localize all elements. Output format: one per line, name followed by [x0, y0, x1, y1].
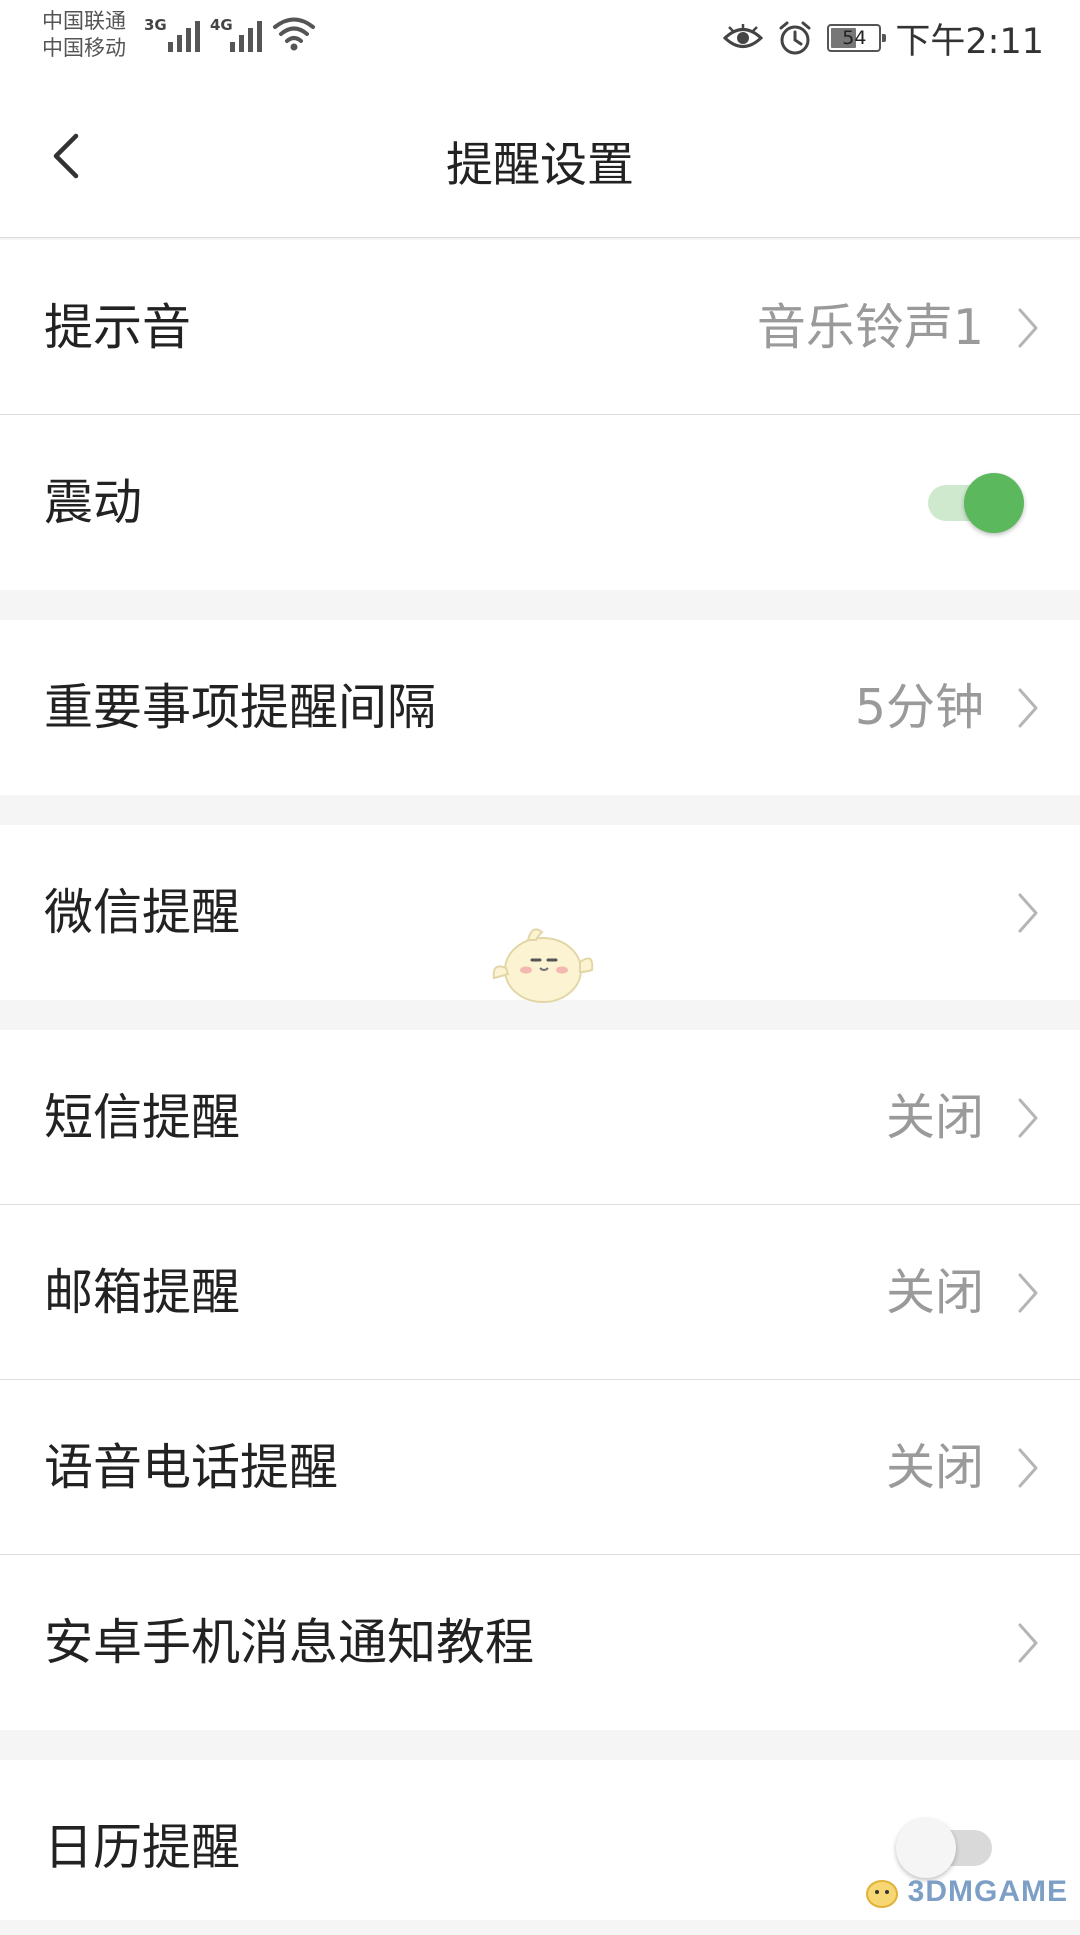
- wifi-icon: [273, 17, 315, 51]
- row-label: 短信提醒: [44, 1089, 241, 1146]
- row-label: 邮箱提醒: [44, 1264, 241, 1321]
- watermark-logo-icon: [865, 1880, 898, 1908]
- row-label: 语音电话提醒: [44, 1439, 339, 1496]
- status-time: 下午2:11: [895, 21, 1044, 62]
- page-title: 提醒设置: [446, 138, 634, 193]
- chevron-right-icon: [1018, 308, 1038, 348]
- signal-3g-icon: [168, 16, 200, 52]
- chevron-right-icon: [1018, 1273, 1038, 1313]
- row-label: 微信提醒: [44, 884, 241, 941]
- row-value: 关闭: [885, 1439, 984, 1496]
- title-bar: 提醒设置: [0, 78, 1080, 238]
- row-sms[interactable]: 短信提醒 关闭: [0, 1030, 1080, 1205]
- status-bar: 中国联通 中国移动 3G 4G 54 下午2:11: [0, 0, 1080, 78]
- row-label: 日历提醒: [44, 1819, 241, 1876]
- carrier-1: 中国联通: [42, 9, 126, 33]
- row-sound[interactable]: 提示音 音乐铃声1: [0, 240, 1080, 415]
- row-important-interval[interactable]: 重要事项提醒间隔 5分钟: [0, 620, 1080, 795]
- row-value: 音乐铃声1: [756, 299, 984, 356]
- row-label: 安卓手机消息通知教程: [44, 1614, 535, 1671]
- watermark: 3DMGAME: [862, 1874, 1068, 1910]
- row-label: 震动: [44, 474, 143, 531]
- battery-level: 54: [842, 27, 867, 49]
- signal-4g-icon: [230, 16, 262, 52]
- eye-icon: [723, 24, 764, 48]
- row-label: 重要事项提醒间隔: [44, 679, 437, 736]
- chevron-right-icon: [1018, 1448, 1038, 1488]
- chevron-right-icon: [1018, 893, 1038, 933]
- calendar-toggle[interactable]: [896, 1816, 1004, 1880]
- row-email[interactable]: 邮箱提醒 关闭: [0, 1205, 1080, 1380]
- network-type-1: 3G: [144, 16, 167, 34]
- alarm-icon: [779, 21, 811, 55]
- battery-icon: 54: [827, 24, 887, 52]
- chevron-right-icon: [1018, 1623, 1038, 1663]
- row-android-tutorial[interactable]: 安卓手机消息通知教程: [0, 1555, 1080, 1730]
- watermark-text: 3DMGAME: [907, 1875, 1068, 1908]
- row-vibrate: 震动: [0, 415, 1080, 590]
- chevron-right-icon: [1018, 1098, 1038, 1138]
- row-value: 5分钟: [854, 679, 984, 736]
- row-label: 提示音: [44, 299, 192, 356]
- carrier-info: 中国联通 中国移动: [42, 8, 126, 62]
- row-value: 关闭: [885, 1089, 984, 1146]
- row-voice-call[interactable]: 语音电话提醒 关闭: [0, 1380, 1080, 1555]
- mascot-image: [492, 928, 594, 1003]
- status-right: 54 下午2:11: [723, 10, 1044, 66]
- chevron-right-icon: [1018, 688, 1038, 728]
- carrier-2: 中国移动: [42, 36, 126, 60]
- vibrate-toggle[interactable]: [928, 471, 1024, 535]
- row-value: 关闭: [885, 1264, 984, 1321]
